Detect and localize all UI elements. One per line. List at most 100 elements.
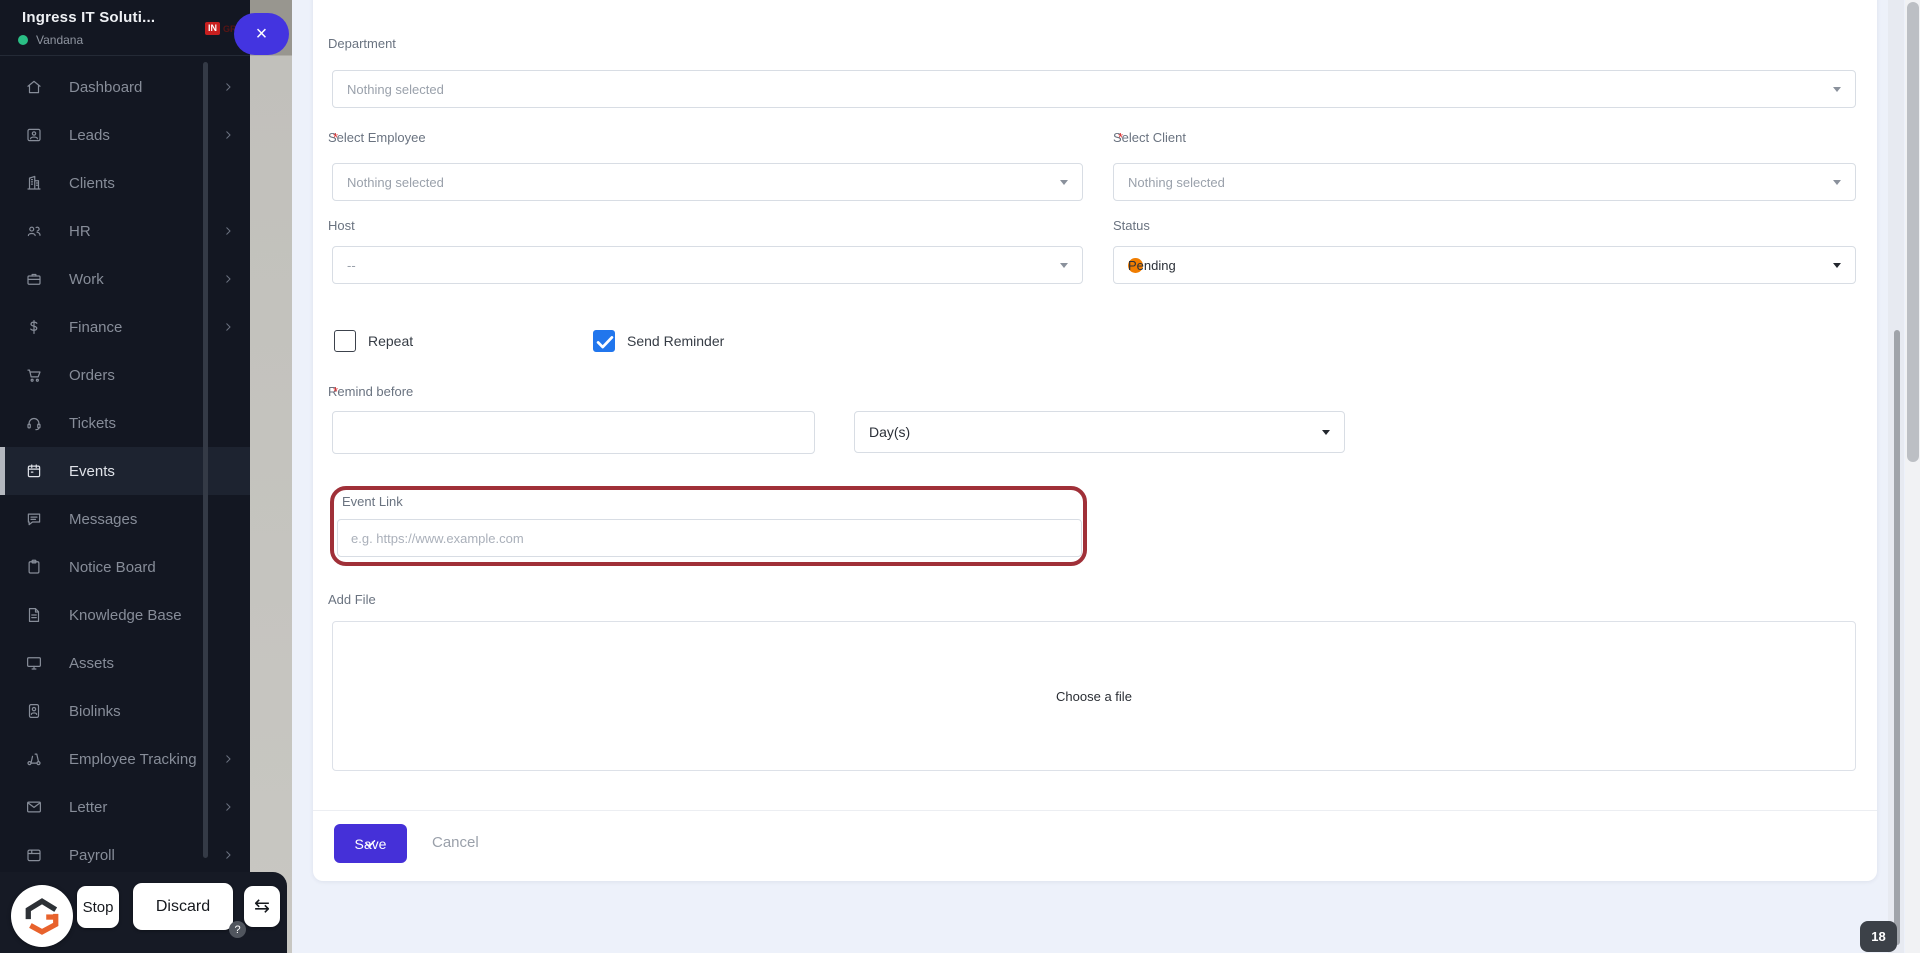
briefcase-icon [25,270,43,288]
scooter-icon [25,750,43,768]
user-row: Vandana [18,33,83,47]
hexagon-logo-icon [25,898,59,935]
department-label: Department [328,36,396,51]
send-reminder-label: Send Reminder [627,333,725,349]
question-mark-icon: ? [234,923,241,936]
sidebar-item-label: Payroll [69,846,115,864]
remind-before-input[interactable] [332,411,815,454]
chevron-right-icon [222,849,234,861]
sidebar-item-notice-board[interactable]: Notice Board [0,543,250,591]
sidebar-item-label: Assets [69,654,115,672]
remind-unit-select[interactable]: Day(s) [854,411,1345,453]
sidebar-item-orders[interactable]: Orders [0,351,250,399]
sidebar-header: Ingress IT Soluti... Vandana IN GRESS [0,0,250,56]
swap-arrows-icon: ⇆ [254,896,270,917]
online-status-dot-icon [18,35,28,45]
add-file-label: Add File [328,592,376,607]
sidebar: Ingress IT Soluti... Vandana IN GRESS Da… [0,0,250,953]
close-icon: × [255,22,268,45]
chevron-right-icon [222,273,234,285]
status-label: Status [1113,218,1150,233]
page: Department Nothing selected Select Emplo… [0,0,1920,953]
chevron-right-icon [222,753,234,765]
chevron-down-icon [1322,430,1330,435]
sidebar-item-leads[interactable]: Leads [0,111,250,159]
sidebar-item-hr[interactable]: HR [0,207,250,255]
send-reminder-checkbox-group: Send Reminder [593,330,724,352]
sidebar-item-label: Letter [69,798,108,816]
building-icon [25,174,43,192]
sidebar-item-label: Finance [69,318,123,336]
sidebar-item-label: Tickets [69,414,116,432]
discard-button[interactable]: Discard [133,883,233,930]
remind-unit-value: Day(s) [869,424,911,440]
host-select[interactable]: -- [332,246,1083,284]
save-button[interactable]: Save [334,824,407,863]
close-drawer-button[interactable]: × [234,13,289,55]
sidebar-item-label: Work [69,270,104,288]
send-reminder-checkbox[interactable] [593,330,615,352]
recorder-logo-button[interactable] [11,885,73,947]
dollar-icon [25,318,43,336]
file-dropzone[interactable]: Choose a file [332,621,1856,771]
page-number-badge: 18 [1860,921,1897,952]
chevron-down-icon [1060,180,1068,185]
select-employee-value: Nothing selected [347,174,444,190]
chevron-right-icon [222,321,234,333]
sidebar-item-label: Leads [69,126,110,144]
brand-logo-badge: IN [205,22,220,35]
chevron-down-icon [1060,263,1068,268]
id-badge-icon [25,702,43,720]
help-button[interactable]: ? [229,921,246,938]
sidebar-item-label: Messages [69,510,138,528]
required-asterisk: * [333,130,339,145]
users-icon [25,222,43,240]
stop-button[interactable]: Stop [77,886,119,928]
sidebar-item-biolinks[interactable]: Biolinks [0,687,250,735]
repeat-checkbox[interactable] [334,330,356,352]
sidebar-item-clients[interactable]: Clients [0,159,250,207]
sidebar-item-tickets[interactable]: Tickets [0,399,250,447]
swap-button[interactable]: ⇆ [244,886,280,927]
sidebar-item-label: Orders [69,366,115,384]
sidebar-item-employee-tracking[interactable]: Employee Tracking [0,735,250,783]
envelope-icon [25,798,43,816]
sidebar-item-label: Notice Board [69,558,156,576]
chevron-down-icon [1833,180,1841,185]
sidebar-item-messages[interactable]: Messages [0,495,250,543]
status-select[interactable]: Pending [1113,246,1856,284]
sidebar-item-dashboard[interactable]: Dashboard [0,63,250,111]
browser-scrollbar-track [1905,0,1920,953]
repeat-checkbox-group: Repeat [334,330,413,352]
chevron-right-icon [222,81,234,93]
chevron-right-icon [222,801,234,813]
chat-icon [25,510,43,528]
headset-icon [25,414,43,432]
cancel-button[interactable]: Cancel [432,834,479,851]
required-asterisk: * [1118,130,1124,145]
sidebar-item-label: Employee Tracking [69,750,197,768]
sidebar-item-finance[interactable]: Finance [0,303,250,351]
sidebar-item-label: Dashboard [69,78,143,96]
overlay-backdrop-strip [250,0,292,953]
department-select[interactable]: Nothing selected [332,70,1856,108]
sidebar-item-work[interactable]: Work [0,255,250,303]
sidebar-item-letter[interactable]: Letter [0,783,250,831]
sidebar-item-assets[interactable]: Assets [0,639,250,687]
select-client-select[interactable]: Nothing selected [1113,163,1856,201]
browser-scrollbar-thumb[interactable] [1907,2,1919,462]
sidebar-item-knowledge-base[interactable]: Knowledge Base [0,591,250,639]
sidebar-item-label: HR [69,222,91,240]
active-indicator [0,447,5,495]
sidebar-item-label: Knowledge Base [69,606,182,624]
host-label: Host [328,218,355,233]
cart-icon [25,366,43,384]
sidebar-item-label: Biolinks [69,702,121,720]
select-employee-select[interactable]: Nothing selected [332,163,1083,201]
footer-divider [313,810,1877,811]
drawer-scrollbar-thumb[interactable] [1894,330,1900,945]
sidebar-item-events[interactable]: Events [0,447,250,495]
monitor-icon [25,654,43,672]
check-icon [594,331,616,353]
sidebar-scrollbar-thumb[interactable] [203,62,208,858]
